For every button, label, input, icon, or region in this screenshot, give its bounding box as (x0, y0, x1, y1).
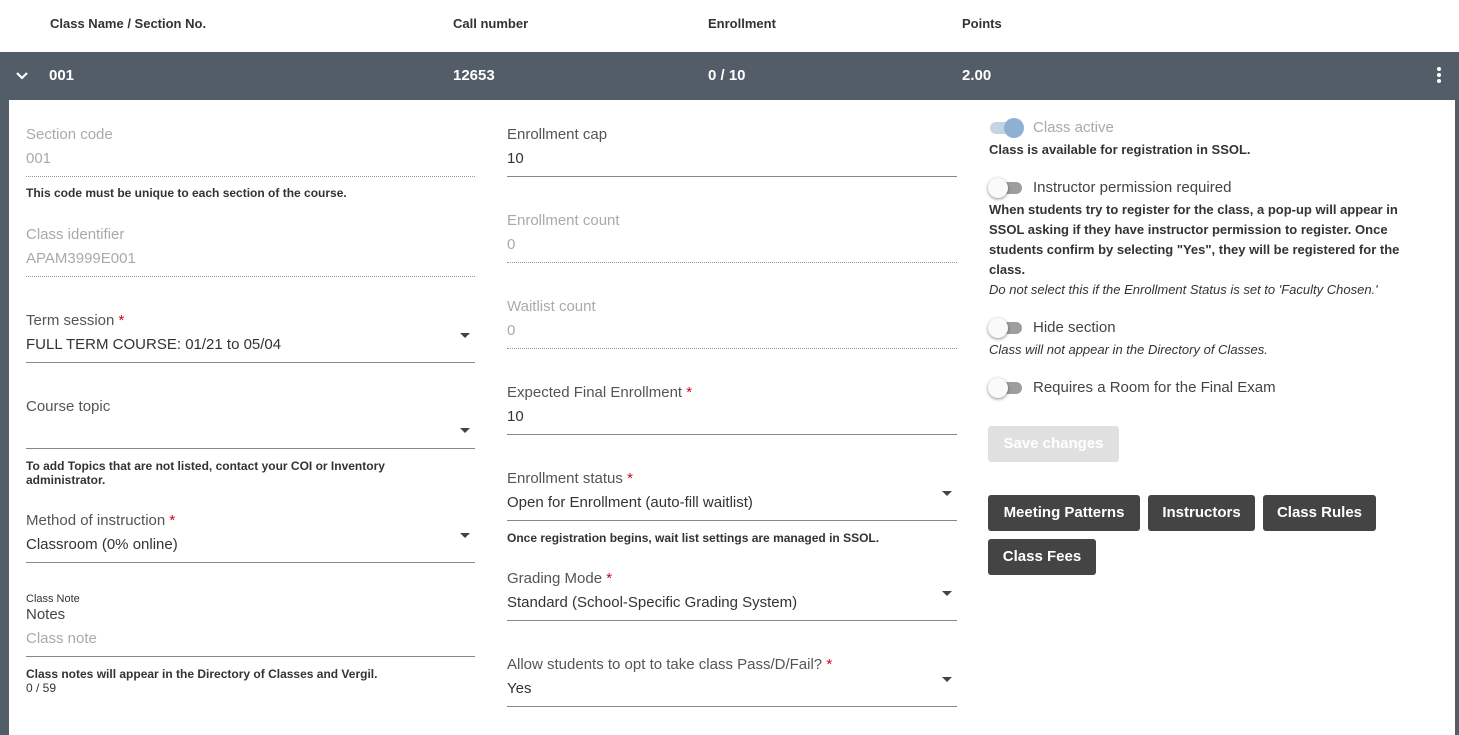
class-fees-button[interactable]: Class Fees (988, 539, 1096, 575)
col-header-class-name: Class Name / Section No. (50, 16, 207, 31)
caret-down-icon[interactable] (942, 591, 952, 596)
grading-mode-label: Grading Mode * (507, 570, 613, 587)
class-active-label: Class active (1033, 119, 1114, 136)
enrollment-status-label: Enrollment status * (507, 470, 633, 487)
enrollment-status-underline (507, 520, 957, 521)
waitlist-count-field: 0 (507, 322, 516, 339)
requires-room-label: Requires a Room for the Final Exam (1033, 379, 1276, 396)
class-identifier-label: Class identifier (26, 226, 125, 243)
class-note-counter: 0 / 59 (26, 681, 57, 695)
table-header: Class Name / Section No. Call number Enr… (0, 0, 1459, 52)
caret-down-icon[interactable] (460, 533, 470, 538)
class-active-desc: Class is available for registration in S… (989, 142, 1251, 157)
caret-down-icon[interactable] (942, 677, 952, 682)
method-label: Method of instruction * (26, 512, 176, 529)
class-note-input[interactable]: Class note (26, 630, 97, 647)
waitlist-count-label: Waitlist count (507, 298, 596, 315)
col-header-points: Points (962, 16, 1002, 31)
term-session-select[interactable]: FULL TERM COURSE: 01/21 to 05/04 (26, 336, 281, 353)
caret-down-icon[interactable] (460, 428, 470, 433)
course-topic-help: To add Topics that are not listed, conta… (26, 459, 385, 487)
grading-mode-select[interactable]: Standard (School-Specific Grading System… (507, 594, 797, 611)
enrollment-status-select[interactable]: Open for Enrollment (auto-fill waitlist) (507, 494, 753, 511)
expected-final-label: Expected Final Enrollment * (507, 384, 693, 401)
caret-down-icon[interactable] (460, 333, 470, 338)
term-session-label: Term session * (26, 312, 125, 329)
notes-label: Notes (26, 606, 66, 623)
enrollment-cap-input[interactable]: 10 (507, 150, 524, 167)
method-select[interactable]: Classroom (0% online) (26, 536, 178, 553)
section-code-help: This code must be unique to each section… (26, 186, 347, 200)
hide-section-toggle[interactable] (988, 318, 1024, 338)
waitlist-count-underline (507, 348, 957, 349)
enrollment-cap-label: Enrollment cap (507, 126, 608, 143)
save-changes-button[interactable]: Save changes (988, 426, 1119, 462)
caret-down-icon[interactable] (942, 491, 952, 496)
pass-fail-select[interactable]: Yes (507, 680, 531, 697)
course-topic-label: Course topic (26, 398, 111, 415)
enrollment-count-field: 0 (507, 236, 516, 253)
class-note-underline (26, 656, 475, 657)
enrollment-count-underline (507, 262, 957, 263)
pass-fail-underline (507, 706, 957, 707)
enrollment-count-label: Enrollment count (507, 212, 620, 229)
section-code-field: 001 (26, 150, 52, 167)
kebab-menu-icon[interactable] (1432, 66, 1446, 86)
enrollment-status-help: Once registration begins, wait list sett… (507, 531, 880, 545)
class-active-toggle[interactable] (988, 118, 1024, 138)
col-header-enrollment: Enrollment (708, 16, 776, 31)
section-row[interactable]: 001 12653 0 / 10 2.00 (0, 52, 1459, 100)
meeting-patterns-button[interactable]: Meeting Patterns (988, 495, 1140, 531)
section-code-underline (26, 176, 475, 177)
course-topic-select[interactable] (26, 422, 446, 442)
section-code-label: Section code (26, 126, 113, 143)
enrollment-cap-underline (507, 176, 957, 177)
class-note-small-label: Class Note (26, 593, 80, 605)
col-header-call-number: Call number (453, 16, 529, 31)
instructor-permission-desc: When students try to register for the cl… (989, 202, 1400, 277)
section-call-number: 12653 (453, 67, 495, 84)
grading-mode-underline (507, 620, 957, 621)
pass-fail-label: Allow students to opt to take class Pass… (507, 656, 833, 673)
hide-section-label: Hide section (1033, 319, 1116, 336)
chevron-down-icon[interactable] (14, 68, 30, 84)
class-identifier-field: APAM3999E001 (26, 250, 136, 267)
instructor-permission-label: Instructor permission required (1033, 179, 1232, 196)
hide-section-desc: Class will not appear in the Directory o… (989, 342, 1268, 357)
section-name: 001 (49, 67, 75, 84)
requires-room-toggle[interactable] (988, 378, 1024, 398)
instructor-permission-toggle[interactable] (988, 178, 1024, 198)
section-points: 2.00 (962, 67, 992, 84)
expected-final-underline (507, 434, 957, 435)
method-underline (26, 562, 475, 563)
expected-final-input[interactable]: 10 (507, 408, 524, 425)
class-note-help: Class notes will appear in the Directory… (26, 667, 378, 681)
instructors-button[interactable]: Instructors (1148, 495, 1255, 531)
class-rules-button[interactable]: Class Rules (1263, 495, 1376, 531)
instructor-permission-note: Do not select this if the Enrollment Sta… (989, 282, 1378, 297)
course-topic-underline (26, 448, 475, 449)
term-session-underline (26, 362, 475, 363)
class-identifier-underline (26, 276, 475, 277)
section-enrollment: 0 / 10 (708, 67, 746, 84)
